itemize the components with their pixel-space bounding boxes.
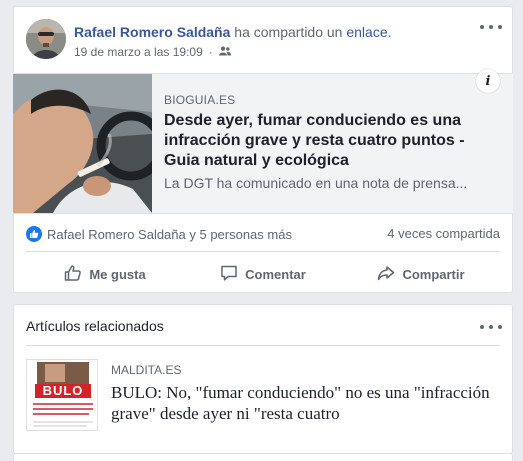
comment-icon <box>220 264 238 285</box>
post-verb: ha compartido un <box>234 24 343 40</box>
share-icon <box>377 264 395 285</box>
comment-button[interactable]: Comentar <box>184 261 342 287</box>
related-heading: Artículos relacionados <box>26 318 164 334</box>
link-title[interactable]: Desde ayer, fumar conduciendo es una inf… <box>164 111 496 171</box>
link-description: La DGT ha comunicado en una nota de pren… <box>164 175 468 191</box>
related-articles-card: Artículos relacionados BULO MALDITA.ES B… <box>13 304 513 454</box>
related-options-icon[interactable] <box>480 321 502 333</box>
divider <box>26 345 500 346</box>
friends-icon[interactable] <box>218 45 231 59</box>
divider <box>26 251 500 252</box>
post-actions: Me gusta Comentar Compartir <box>26 261 500 287</box>
share-label: Compartir <box>402 266 465 282</box>
like-button[interactable]: Me gusta <box>26 261 184 287</box>
like-label: Me gusta <box>89 266 146 282</box>
like-reaction-icon <box>26 226 42 242</box>
author-name[interactable]: Rafael Romero Saldaña <box>74 24 230 40</box>
bulo-stamp: BULO <box>42 383 84 398</box>
share-count[interactable]: 4 veces compartida <box>387 226 500 241</box>
thumbs-up-icon <box>64 264 82 285</box>
avatar[interactable] <box>26 19 66 59</box>
link-preview-image <box>13 74 152 213</box>
post-meta: 19 de marzo a las 19:09 · <box>74 45 231 59</box>
link-preview[interactable]: BIOGUIA.ES Desde ayer, fumar conduciendo… <box>13 73 513 214</box>
post-timestamp[interactable]: 19 de marzo a las 19:09 <box>74 45 203 59</box>
next-card <box>13 453 513 461</box>
related-domain: MALDITA.ES <box>111 363 182 377</box>
link-word[interactable]: enlace <box>346 24 387 40</box>
related-article-thumbnail[interactable]: BULO <box>26 359 98 431</box>
link-domain: BIOGUIA.ES <box>164 93 236 107</box>
post-card: Rafael Romero Saldaña ha compartido un e… <box>13 6 513 293</box>
share-button[interactable]: Compartir <box>342 261 500 287</box>
link-suffix: . <box>387 24 392 40</box>
timestamp-separator: · <box>208 45 213 59</box>
related-title[interactable]: BULO: No, "fumar conduciendo" no es una … <box>111 382 506 428</box>
info-icon[interactable]: i <box>476 69 500 93</box>
reactions-text: Rafael Romero Saldaña y 5 personas más <box>47 226 292 242</box>
post-header: Rafael Romero Saldaña ha compartido un e… <box>74 24 392 40</box>
comment-label: Comentar <box>245 266 306 282</box>
reactions-summary[interactable]: Rafael Romero Saldaña y 5 personas más <box>26 226 292 242</box>
post-options-icon[interactable] <box>480 21 502 33</box>
